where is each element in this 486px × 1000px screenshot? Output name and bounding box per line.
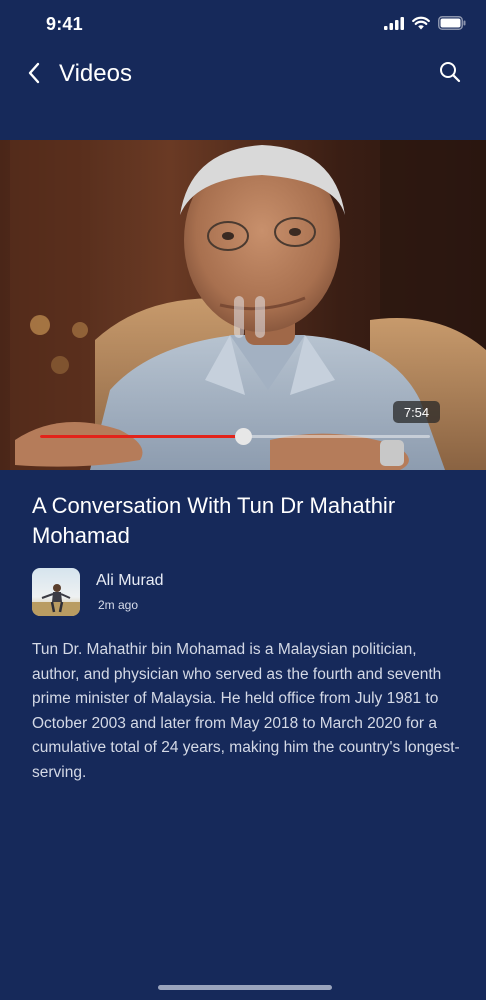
avatar[interactable]	[32, 568, 80, 616]
video-progress-fill	[40, 435, 243, 438]
search-icon	[439, 61, 461, 88]
wifi-icon	[412, 16, 430, 35]
video-progress-bar[interactable]	[40, 428, 430, 445]
video-scrubber-handle[interactable]	[235, 428, 252, 445]
status-time: 9:41	[46, 14, 83, 34]
nav-bar: Videos	[0, 52, 486, 96]
video-player[interactable]: 7:54	[0, 140, 486, 470]
back-button[interactable]	[20, 61, 48, 89]
search-button[interactable]	[436, 60, 464, 88]
author-row: Ali Murad 2m ago	[32, 568, 452, 618]
signal-icon	[384, 16, 404, 35]
video-duration: 7:54	[393, 401, 440, 423]
page-title: Videos	[59, 60, 132, 87]
video-description: Tun Dr. Mahathir bin Mohamad is a Malays…	[32, 641, 460, 781]
battery-icon	[438, 16, 466, 35]
chevron-left-icon	[27, 62, 41, 89]
home-indicator	[158, 985, 332, 990]
post-time: 2m ago	[98, 598, 139, 612]
status-icons	[384, 16, 466, 35]
author-name[interactable]: Ali Murad	[96, 572, 164, 590]
video-title: A Conversation With Tun Dr Mahathir Moha…	[32, 493, 396, 548]
pause-icon[interactable]	[229, 296, 269, 338]
status-bar: 9:41	[0, 0, 486, 50]
